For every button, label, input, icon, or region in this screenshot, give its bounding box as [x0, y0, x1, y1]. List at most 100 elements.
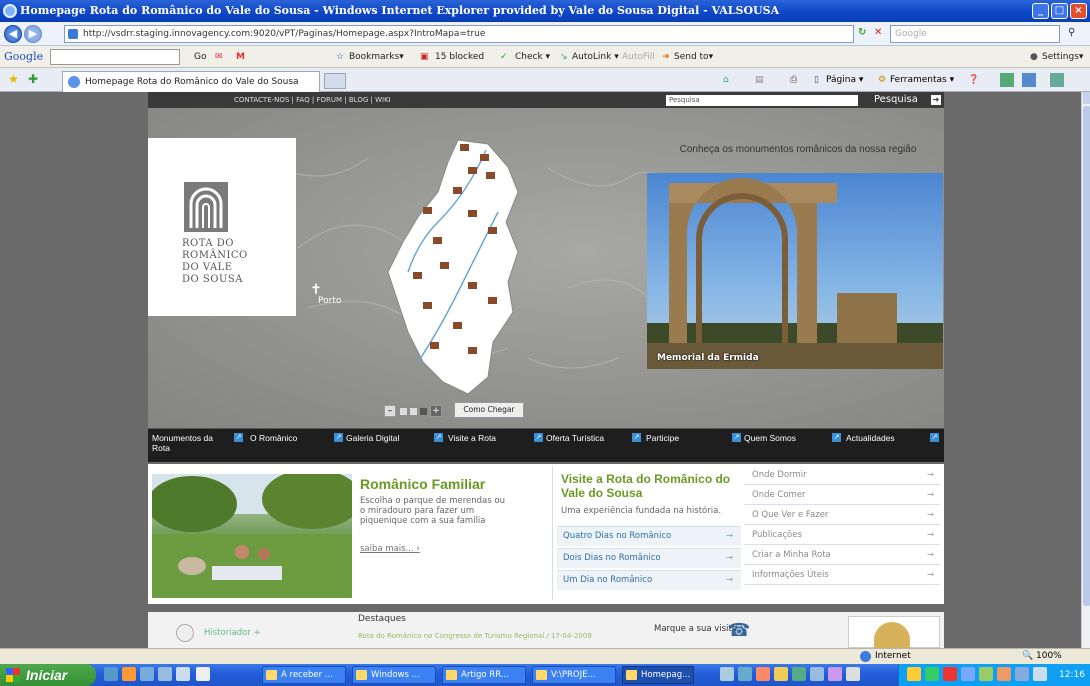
site-search-input[interactable]: Pesquisa [666, 95, 858, 106]
quicklaunch-outlook-icon[interactable] [122, 667, 136, 681]
forward-button[interactable]: ▶ [24, 25, 42, 43]
nav-oferta[interactable]: Oferta Turística [546, 433, 604, 443]
marque-visita[interactable]: Marque a sua visita [654, 624, 737, 634]
help-icon[interactable]: ❓ [968, 72, 979, 88]
start-button[interactable]: Iniciar [0, 664, 96, 686]
back-button[interactable]: ◀ [4, 25, 22, 43]
settings-menu[interactable]: Settings▾ [1042, 46, 1083, 68]
tools-menu[interactable]: Ferramentas ▾ [890, 72, 954, 88]
page-menu[interactable]: Página ▾ [826, 72, 863, 88]
familiar-more-link[interactable]: saiba mais... › [360, 544, 420, 554]
taskbar-app-icon[interactable] [792, 667, 806, 681]
check-menu[interactable]: Check ▾ [515, 46, 550, 68]
site-logo[interactable]: ROTA DO ROMÂNICO DO VALE DO SOUSA [148, 138, 296, 316]
refresh-icon[interactable]: ↻ [858, 27, 866, 38]
task-a-receber[interactable]: A receber ... [262, 666, 346, 684]
visit-link-4-dias[interactable]: Quatro Dias no Românico → [557, 526, 741, 546]
web-search-input[interactable]: Google [890, 25, 1060, 43]
send-to-menu[interactable]: Send to▾ [674, 46, 713, 68]
quicklaunch-media-icon[interactable] [158, 667, 172, 681]
new-tab-button[interactable] [324, 73, 346, 89]
pager-prev-button[interactable]: – [384, 405, 396, 417]
side-link-o-que-ver[interactable]: O Que Ver e Fazer → [744, 506, 940, 525]
tray-icon[interactable] [1015, 667, 1029, 681]
taskbar-app-icon[interactable] [828, 667, 842, 681]
task-artigo[interactable]: Artigo RR... [442, 666, 526, 684]
task-homepage[interactable]: Homepag... [622, 666, 694, 684]
side-link-criar-rota[interactable]: Criar a Minha Rota → [744, 546, 940, 565]
google-search-input[interactable] [50, 49, 180, 65]
feeds-icon[interactable]: ▤ [755, 72, 764, 88]
pager-dot[interactable] [400, 408, 407, 415]
scroll-up-button[interactable] [1083, 92, 1090, 104]
tray-icon[interactable] [997, 667, 1011, 681]
visit-link-1-dia[interactable]: Um Dia no Românico → [557, 570, 741, 590]
monument-photo[interactable]: Memorial da Ermida [647, 173, 943, 369]
taskbar-app-icon[interactable] [720, 667, 734, 681]
side-link-informacoes[interactable]: Informações Úteis → [744, 566, 940, 585]
pager-next-button[interactable]: + [430, 405, 442, 417]
go-button[interactable]: Go [194, 46, 206, 68]
nav-quem-somos[interactable]: Quem Somos [744, 433, 796, 443]
quicklaunch-ie-icon[interactable] [104, 667, 118, 681]
tray-icon[interactable] [907, 667, 921, 681]
bookmarks-menu[interactable]: Bookmarks▾ [349, 46, 404, 68]
historiador-link[interactable]: Historiador + [204, 628, 261, 638]
tray-icon[interactable] [979, 667, 993, 681]
region-map[interactable] [368, 132, 558, 402]
favorites-icon[interactable]: ★ [8, 72, 19, 86]
tray-icon[interactable] [961, 667, 975, 681]
stop-icon[interactable]: ✕ [874, 27, 882, 38]
zoom-level[interactable]: 100% [1036, 649, 1062, 664]
print-icon[interactable]: ⎙ [790, 72, 797, 88]
tray-icon[interactable] [1033, 667, 1047, 681]
taskbar-app-icon[interactable] [738, 667, 752, 681]
address-bar[interactable]: http://vsdrr.staging.innovagency.com:902… [64, 25, 854, 43]
taskbar-app-icon[interactable] [810, 667, 824, 681]
side-link-publicacoes[interactable]: Publicações → [744, 526, 940, 545]
quicklaunch-app-icon[interactable] [196, 667, 210, 681]
nav-galeria[interactable]: Galeria Digital [346, 433, 399, 443]
familiar-title[interactable]: Românico Familiar [360, 476, 485, 492]
family-picnic-image[interactable] [147, 469, 362, 598]
pager-dot[interactable] [410, 408, 417, 415]
task-windows[interactable]: Windows ... [352, 666, 436, 684]
quicklaunch-explorer-icon[interactable] [176, 667, 190, 681]
nav-o-romanico[interactable]: O Românico [250, 433, 297, 443]
quicklaunch-desktop-icon[interactable] [140, 667, 154, 681]
maximize-button[interactable]: □ [1051, 3, 1068, 19]
side-link-onde-comer[interactable]: Onde Comer → [744, 486, 940, 505]
add-favorites-icon[interactable]: ✚ [28, 72, 38, 86]
autofill-button[interactable]: AutoFill [622, 46, 655, 68]
nav-visite[interactable]: Visite a Rota [448, 433, 496, 443]
nav-participe[interactable]: Participe [646, 433, 679, 443]
site-search-button[interactable]: ➜ [931, 95, 941, 105]
research-icon[interactable] [1022, 73, 1036, 87]
side-link-onde-dormir[interactable]: Onde Dormir → [744, 466, 940, 485]
taskbar-app-icon[interactable] [846, 667, 860, 681]
tray-icon[interactable] [925, 667, 939, 681]
translate-icon[interactable] [1050, 73, 1064, 87]
home-icon[interactable]: ⌂ [723, 72, 729, 88]
task-projectos[interactable]: V:\PROJE... [532, 666, 616, 684]
nav-monumentos[interactable]: Monumentos da Rota [152, 433, 222, 453]
scroll-thumb[interactable] [1083, 106, 1090, 606]
minimize-button[interactable]: _ [1032, 3, 1049, 19]
pager-dot-active[interactable] [420, 408, 427, 415]
autolink-menu[interactable]: AutoLink ▾ [572, 46, 619, 68]
search-icon[interactable]: ⚲ [1068, 27, 1075, 38]
taskbar-app-icon[interactable] [774, 667, 788, 681]
nav-actualidades[interactable]: Actualidades [846, 433, 895, 443]
addon-icon[interactable] [1000, 73, 1014, 87]
destaques-item[interactable]: Rota do Românico no Congresso de Turismo… [358, 632, 592, 640]
tab-homepage[interactable]: Homepage Rota do Românico do Vale do Sou… [62, 71, 320, 92]
close-button[interactable]: × [1070, 3, 1087, 19]
visit-link-2-dias[interactable]: Dois Dias no Românico → [557, 548, 741, 568]
taskbar-app-icon[interactable] [756, 667, 770, 681]
top-links[interactable]: CONTACTE-NOS | FAQ | FORUM | BLOG | WIKI [234, 92, 391, 108]
vertical-scrollbar[interactable] [1081, 92, 1090, 648]
como-chegar-button[interactable]: Como Chegar [454, 402, 524, 418]
gmail-icon[interactable]: ✉ [215, 46, 223, 68]
tray-icon[interactable] [943, 667, 957, 681]
popups-blocked[interactable]: 15 blocked [435, 46, 484, 68]
